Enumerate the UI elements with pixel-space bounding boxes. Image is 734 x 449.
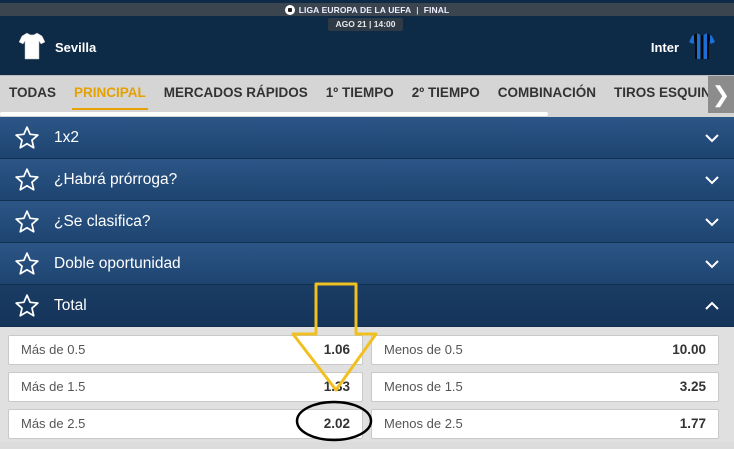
betting-page: LIGA EUROPA DE LA UEFA | FINAL AGO 21 | … [0, 0, 734, 449]
outcome-label: Más de 0.5 [21, 342, 86, 357]
match-datetime: AGO 21 | 14:00 [328, 18, 403, 31]
home-team: Sevilla [18, 32, 106, 63]
outcome-price: 1.33 [323, 379, 350, 394]
tab-principal[interactable]: PRINCIPAL [65, 76, 155, 110]
total-outcomes: Más de 0.5 1.06 Menos de 0.5 10.00 Más d… [0, 327, 734, 442]
chevron-down-icon[interactable] [704, 172, 720, 188]
competition-name: LIGA EUROPA DE LA UEFA [298, 4, 412, 15]
market-total[interactable]: Total [0, 285, 734, 327]
favorite-star-icon[interactable] [14, 167, 40, 193]
home-team-name: Sevilla [55, 40, 97, 55]
odds-button-over[interactable]: Más de 2.5 2.02 [8, 408, 363, 439]
chevron-down-icon[interactable] [704, 130, 720, 146]
away-team-name: Inter [650, 40, 679, 55]
market-title: ¿Se clasifica? [54, 212, 151, 230]
markets-list: 1x2 ¿Habrá prórroga? ¿Se clasifica? Dobl… [0, 117, 734, 442]
chevron-down-icon[interactable] [704, 214, 720, 230]
outcome-price: 10.00 [672, 342, 706, 357]
tabs-scrollbar[interactable] [0, 112, 548, 116]
tab-combinacion[interactable]: COMBINACIÓN [489, 76, 605, 110]
tab-todas[interactable]: TODAS [0, 76, 65, 110]
outcome-price: 1.06 [323, 342, 350, 357]
favorite-star-icon[interactable] [14, 125, 40, 151]
odds-button-under[interactable]: Menos de 1.5 3.25 [371, 371, 719, 402]
favorite-star-icon[interactable] [14, 293, 40, 319]
market-prorroga[interactable]: ¿Habrá prórroga? [0, 159, 734, 201]
away-shirt-icon [689, 32, 715, 63]
tabs-next-arrow-icon[interactable]: ❯ [708, 76, 734, 113]
chevron-up-icon[interactable] [704, 298, 720, 314]
market-doble-oportunidad[interactable]: Doble oportunidad [0, 243, 734, 285]
tab-2-tiempo[interactable]: 2º TIEMPO [403, 76, 489, 110]
outcome-label: Menos de 2.5 [384, 416, 463, 431]
favorite-star-icon[interactable] [14, 251, 40, 277]
away-team: Inter [641, 32, 715, 63]
competition-separator: | [416, 4, 419, 15]
outcome-label: Más de 2.5 [21, 416, 86, 431]
market-1x2[interactable]: 1x2 [0, 117, 734, 159]
market-title: 1x2 [54, 128, 79, 146]
outcome-label: Menos de 0.5 [384, 342, 463, 357]
outcome-price: 1.77 [679, 416, 706, 431]
odds-button-over[interactable]: Más de 1.5 1.33 [8, 371, 363, 402]
outcome-label: Más de 1.5 [21, 379, 86, 394]
odds-button-under[interactable]: Menos de 2.5 1.77 [371, 408, 719, 439]
soccer-ball-icon [284, 4, 295, 15]
favorite-star-icon[interactable] [14, 209, 40, 235]
market-title: Doble oportunidad [54, 254, 181, 272]
tab-mercados-rapidos[interactable]: MERCADOS RÁPIDOS [155, 76, 317, 110]
odds-button-over[interactable]: Más de 0.5 1.06 [8, 334, 363, 365]
market-title: ¿Habrá prórroga? [54, 170, 178, 188]
market-tabs-bar: TODAS PRINCIPAL MERCADOS RÁPIDOS 1º TIEM… [0, 75, 734, 117]
market-tabs: TODAS PRINCIPAL MERCADOS RÁPIDOS 1º TIEM… [0, 76, 729, 110]
chevron-down-icon[interactable] [704, 256, 720, 272]
market-se-clasifica[interactable]: ¿Se clasifica? [0, 201, 734, 243]
outcome-price: 2.02 [323, 416, 350, 431]
match-header: LIGA EUROPA DE LA UEFA | FINAL AGO 21 | … [0, 0, 734, 75]
home-shirt-icon [18, 32, 46, 63]
tab-1-tiempo[interactable]: 1º TIEMPO [317, 76, 403, 110]
outcome-row: Más de 2.5 2.02 Menos de 2.5 1.77 [8, 405, 726, 442]
competition-stage: FINAL [423, 4, 450, 15]
outcome-label: Menos de 1.5 [384, 379, 463, 394]
market-title: Total [54, 296, 87, 314]
outcome-price: 3.25 [679, 379, 706, 394]
outcome-row: Más de 0.5 1.06 Menos de 0.5 10.00 [8, 331, 726, 368]
odds-button-under[interactable]: Menos de 0.5 10.00 [371, 334, 719, 365]
outcome-row: Más de 1.5 1.33 Menos de 1.5 3.25 [8, 368, 726, 405]
competition-strip: LIGA EUROPA DE LA UEFA | FINAL [0, 3, 734, 16]
